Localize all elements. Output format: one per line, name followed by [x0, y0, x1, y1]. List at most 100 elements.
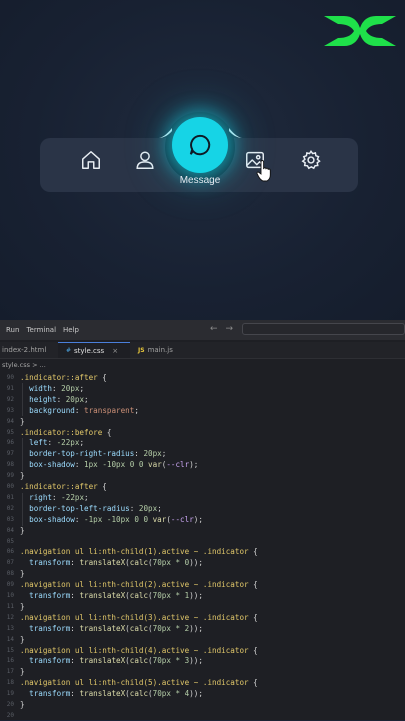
code-line[interactable]: 90 .indicator::after { — [0, 372, 405, 383]
tab-label: style.css — [74, 346, 105, 355]
code-line[interactable]: 05 — [0, 536, 405, 547]
line-number: 96 — [6, 439, 14, 447]
line-number: 93 — [6, 406, 14, 414]
tab-index-html[interactable]: index-2.html — [0, 342, 58, 358]
code-line[interactable]: 09 .navigation ul li:nth-child(2).active … — [0, 579, 405, 590]
code-line[interactable]: 13 transform: translateX(calc(70px * 2))… — [0, 623, 405, 634]
line-number: 20 — [6, 701, 14, 708]
code-line[interactable]: 96 left: -22px; — [0, 437, 405, 448]
menu-help[interactable]: Help — [63, 326, 79, 334]
css-file-icon: # — [66, 347, 72, 354]
preview-panel: Message — [0, 0, 405, 320]
code-text: box-shadow: -1px -10px 0 0 var(--clr); — [20, 514, 203, 524]
code-line[interactable]: 97 border-top-right-radius: 20px; — [0, 448, 405, 459]
nav-settings[interactable] — [297, 146, 325, 174]
code-text: .indicator::before { — [20, 427, 112, 437]
code-line[interactable]: 04} — [0, 525, 405, 536]
tab-main-js[interactable]: JS main.js — [134, 342, 198, 358]
breadcrumb: style.css > ... — [2, 361, 46, 369]
line-number: 09 — [6, 581, 14, 589]
code-editor: Run Terminal Help ←→ index-2.html # styl… — [0, 320, 405, 720]
code-line[interactable]: 02 border-top-left-radius: 20px; — [0, 503, 405, 514]
line-number: 92 — [6, 395, 14, 403]
code-line[interactable]: 16 transform: translateX(calc(70px * 3))… — [0, 655, 405, 666]
code-line[interactable]: 92 height: 20px; — [0, 394, 405, 405]
code-line[interactable]: 08} — [0, 568, 405, 579]
code-line[interactable]: 17} — [0, 666, 405, 677]
line-number: 99 — [6, 472, 14, 480]
code-text: transform: translateX(calc(70px * 0)); — [20, 558, 203, 568]
code-line[interactable]: 14} — [0, 634, 405, 645]
code-text: transform: translateX(calc(70px * 4)); — [20, 689, 203, 699]
code-line[interactable]: 07 transform: translateX(calc(70px * 0))… — [0, 557, 405, 568]
line-number: 95 — [6, 428, 14, 436]
tab-label: main.js — [147, 346, 173, 354]
code-line[interactable]: 98 box-shadow: 1px -10px 0 0 var(--clr); — [0, 459, 405, 470]
line-number: 15 — [6, 646, 14, 654]
menu-bar: Run Terminal Help ←→ — [0, 320, 405, 340]
nav-arrows-icon[interactable]: ←→ — [210, 324, 241, 334]
code-line[interactable]: 15 .navigation ul li:nth-child(4).active … — [0, 645, 405, 656]
code-line[interactable]: 18 .navigation ul li:nth-child(5).active … — [0, 677, 405, 688]
code-text: width: 20px; — [20, 383, 85, 393]
code-line[interactable]: 10 transform: translateX(calc(70px * 1))… — [0, 590, 405, 601]
close-tab-icon[interactable]: × — [112, 347, 118, 355]
code-text: } — [20, 569, 25, 579]
code-text: background: transparent; — [20, 405, 139, 415]
line-number: 12 — [6, 613, 14, 621]
code-line[interactable]: 03 box-shadow: -1px -10px 0 0 var(--clr)… — [0, 514, 405, 525]
line-number: 06 — [6, 548, 14, 556]
line-number: 97 — [6, 450, 14, 458]
tab-style-css[interactable]: # style.css × — [58, 342, 130, 358]
code-line[interactable]: 01 right: -22px; — [0, 492, 405, 503]
tab-label: index-2.html — [2, 346, 47, 354]
line-number: 14 — [6, 635, 14, 643]
code-line[interactable]: 93 background: transparent; — [0, 405, 405, 416]
code-text: right: -22px; — [20, 492, 89, 502]
line-number: 13 — [6, 624, 14, 632]
code-text: .navigation ul li:nth-child(3).active ~ … — [20, 612, 258, 622]
code-text: box-shadow: 1px -10px 0 0 var(--clr); — [20, 460, 199, 470]
tab-bar: index-2.html # style.css × JS main.js — [0, 342, 405, 359]
line-number: 07 — [6, 559, 14, 567]
command-search-input[interactable] — [242, 323, 405, 335]
indicator-left-curve — [158, 128, 172, 138]
code-line[interactable]: 12 .navigation ul li:nth-child(3).active … — [0, 612, 405, 623]
code-line[interactable]: 20} — [0, 699, 405, 710]
code-text: } — [20, 416, 25, 426]
line-number: 04 — [6, 526, 14, 534]
nav-home[interactable] — [77, 146, 105, 174]
menu-terminal[interactable]: Terminal — [26, 326, 56, 334]
code-line[interactable]: 95 .indicator::before { — [0, 427, 405, 438]
code-text: .indicator::after { — [20, 373, 107, 382]
code-line[interactable]: 19 transform: translateX(calc(70px * 4))… — [0, 688, 405, 699]
code-text: } — [20, 471, 25, 481]
code-text: } — [20, 700, 25, 709]
nav-profile[interactable] — [131, 146, 159, 174]
code-line[interactable]: 20 — [0, 710, 405, 721]
message-icon — [189, 134, 211, 156]
active-indicator[interactable] — [172, 117, 228, 173]
line-number: 00 — [6, 483, 14, 490]
line-number: 18 — [6, 679, 14, 687]
code-line[interactable]: 94} — [0, 416, 405, 427]
code-line[interactable]: 06 .navigation ul li:nth-child(1).active … — [0, 546, 405, 557]
code-line[interactable]: 00 .indicator::after { — [0, 481, 405, 492]
code-text: left: -22px; — [20, 438, 85, 448]
code-text: .navigation ul li:nth-child(5).active ~ … — [20, 678, 258, 688]
menu-run[interactable]: Run — [6, 326, 19, 334]
hand-cursor-icon — [256, 160, 271, 182]
code-text: transform: translateX(calc(70px * 2)); — [20, 623, 203, 633]
code-line[interactable]: 11} — [0, 601, 405, 612]
line-number: 03 — [6, 515, 14, 523]
code-text: height: 20px; — [20, 394, 89, 404]
code-area[interactable]: 90 .indicator::after {91 width: 20px; 92 h… — [0, 372, 405, 720]
code-text: border-top-left-radius: 20px; — [20, 503, 162, 513]
code-text: } — [20, 667, 25, 677]
code-text: .navigation ul li:nth-child(2).active ~ … — [20, 580, 258, 590]
code-line[interactable]: 91 width: 20px; — [0, 383, 405, 394]
code-text: .navigation ul li:nth-child(1).active ~ … — [20, 547, 258, 557]
code-line[interactable]: 99} — [0, 470, 405, 481]
indicator-right-curve — [229, 128, 243, 138]
code-text: } — [20, 525, 25, 535]
